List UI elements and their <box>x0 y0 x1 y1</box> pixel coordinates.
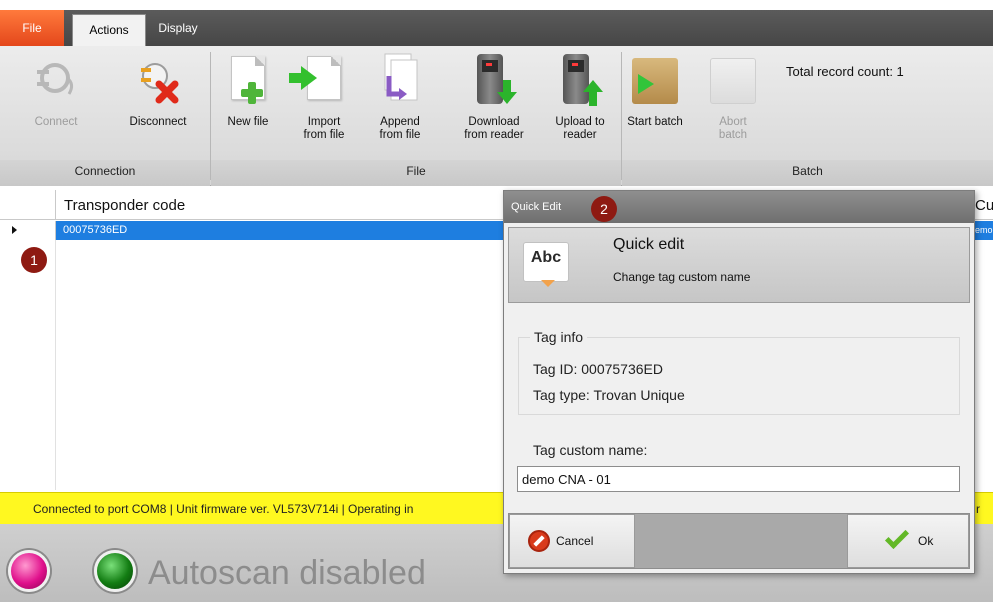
disconnect-label: Disconnect <box>129 116 187 128</box>
abort-label-2: batch <box>718 129 748 141</box>
abort-batch-button[interactable]: Abort batch <box>708 52 758 142</box>
abc-icon: Abc <box>523 242 569 282</box>
append-label-1: Append <box>380 116 420 128</box>
group-label-file: File <box>406 164 426 178</box>
group-label-batch: Batch <box>792 164 823 178</box>
download-label-1: Download <box>468 116 520 128</box>
dialog-footer: Cancel Ok <box>508 513 970 569</box>
new-file-label: New file <box>227 116 269 128</box>
tag-id-text: Tag ID: 00075736ED <box>533 361 663 377</box>
abort-label-1: Abort <box>719 116 747 128</box>
import-icon <box>289 52 349 110</box>
ok-label: Ok <box>918 534 934 548</box>
cancel-label: Cancel <box>556 534 594 548</box>
append-icon <box>375 52 425 110</box>
connect-button[interactable]: Connect <box>26 52 86 129</box>
total-record-count: Total record count: 1 <box>786 64 904 79</box>
column-header-custom[interactable]: Cu <box>975 197 993 214</box>
separator <box>621 52 622 180</box>
append-label-2: from file <box>379 129 421 141</box>
download-reader-icon <box>469 52 519 110</box>
column-header-transponder[interactable]: Transponder code <box>64 197 185 214</box>
custom-name-label: Tag custom name: <box>533 442 648 458</box>
upload-label-2: reader <box>563 129 597 141</box>
row-header-corner <box>0 190 56 220</box>
group-label-connection: Connection <box>74 164 136 178</box>
tag-info-legend: Tag info <box>530 329 588 345</box>
ribbon: Connect Disconnect New file Import from … <box>0 46 993 186</box>
separator <box>210 52 211 180</box>
abc-arrow-icon <box>541 280 555 287</box>
upload-button[interactable]: Upload to reader <box>548 52 612 142</box>
disconnect-button[interactable]: Disconnect <box>118 52 198 129</box>
start-batch-button[interactable]: Start batch <box>624 52 686 129</box>
callout-badge-2: 2 <box>591 196 617 222</box>
dialog-header: Abc Quick edit Change tag custom name <box>508 227 970 303</box>
connect-label: Connect <box>34 116 78 128</box>
cancel-icon <box>528 530 550 552</box>
autoscan-status: Autoscan disabled <box>148 554 426 592</box>
tag-type-text: Tag type: Trovan Unique <box>533 387 685 403</box>
tab-file[interactable]: File <box>0 10 64 46</box>
dialog-title[interactable]: Quick Edit <box>504 191 974 223</box>
red-led-icon <box>8 550 50 592</box>
dialog-subheading: Change tag custom name <box>613 270 751 284</box>
quick-edit-dialog: Quick Edit Abc Quick edit Change tag cus… <box>503 190 975 574</box>
tab-display[interactable]: Display <box>148 10 208 46</box>
import-label-1: Import <box>307 116 341 128</box>
new-file-button[interactable]: New file <box>222 52 274 129</box>
row-header-column <box>0 240 56 490</box>
callout-badge-1: 1 <box>21 247 47 273</box>
download-button[interactable]: Download from reader <box>456 52 532 142</box>
import-button[interactable]: Import from file <box>289 52 352 142</box>
download-label-2: from reader <box>464 129 524 141</box>
green-led-icon <box>94 550 136 592</box>
disconnect-icon <box>133 52 183 110</box>
tab-actions[interactable]: Actions <box>72 14 146 46</box>
import-label-2: from file <box>303 129 345 141</box>
row-indicator-icon <box>0 221 56 240</box>
checkmark-icon <box>884 524 910 550</box>
cancel-button[interactable]: Cancel <box>509 514 635 568</box>
append-button[interactable]: Append from file <box>372 52 428 142</box>
tab-bar: File Actions Display <box>0 0 993 46</box>
status-text-tail: r <box>976 502 980 516</box>
abort-box-icon <box>708 52 758 110</box>
ok-button[interactable]: Ok <box>847 514 969 568</box>
upload-label-1: Upload to <box>555 116 605 128</box>
batch-box-icon <box>630 52 680 110</box>
dialog-heading: Quick edit <box>613 236 685 253</box>
status-text: Connected to port COM8 | Unit firmware v… <box>33 502 414 516</box>
custom-name-input[interactable] <box>517 466 960 492</box>
start-batch-label: Start batch <box>627 116 683 128</box>
upload-reader-icon <box>555 52 605 110</box>
custom-name-cell[interactable]: emo <box>975 221 993 240</box>
new-file-icon <box>223 52 273 110</box>
plug-icon <box>31 52 81 110</box>
